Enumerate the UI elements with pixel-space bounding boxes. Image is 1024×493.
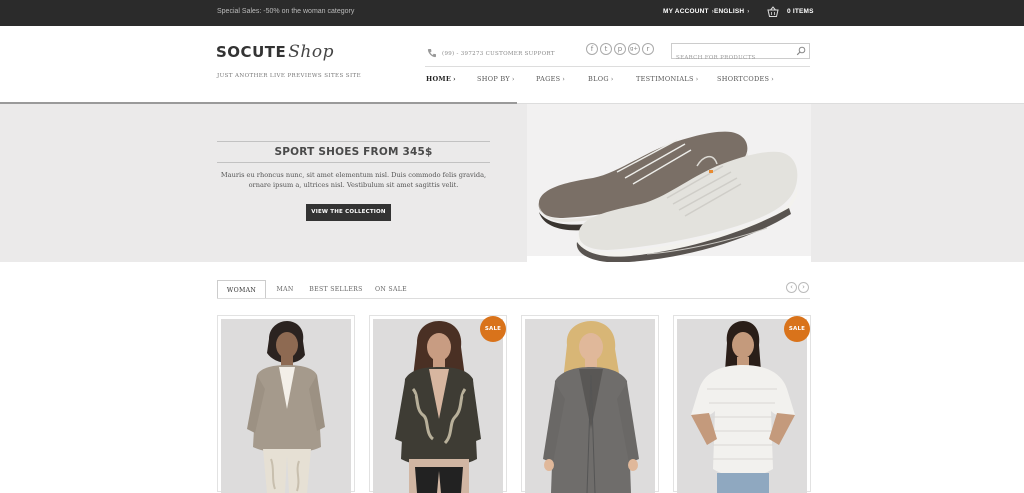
product-card[interactable]	[521, 315, 659, 493]
facebook-icon[interactable]: f	[586, 43, 598, 55]
nav-label: HOME	[426, 75, 452, 83]
cart-count[interactable]: 0 ITEMS	[787, 8, 814, 15]
product-card[interactable]: SALE	[369, 315, 507, 493]
product-image	[525, 319, 655, 493]
tab-on-sale[interactable]: ON SALE	[370, 280, 412, 299]
twitter-icon[interactable]: t	[600, 43, 612, 55]
nav-item-pages[interactable]: PAGES ›	[536, 75, 565, 83]
site-tagline: JUST ANOTHER LIVE PREVIEWS SITES SITE	[217, 73, 361, 79]
chevron-right-icon: ›	[511, 76, 515, 83]
logo-script-text: Shop	[288, 42, 334, 62]
nav-divider	[425, 66, 810, 67]
my-account-label: MY ACCOUNT	[663, 8, 709, 15]
site-header: SOCUTE Shop JUST ANOTHER LIVE PREVIEWS SI…	[0, 26, 1024, 104]
product-card[interactable]	[217, 315, 355, 493]
google-plus-icon[interactable]: g+	[628, 43, 640, 55]
chevron-right-icon: ›	[695, 76, 699, 83]
nav-item-blog[interactable]: BLOG ›	[588, 75, 614, 83]
nav-item-shortcodes[interactable]: SHORTCODES ›	[717, 75, 774, 83]
sale-badge: SALE	[480, 316, 506, 342]
hero-description: Mauris eu rhoncus nunc, sit amet element…	[220, 171, 487, 189]
language-label: ENGLISH	[714, 8, 745, 15]
hero-title: SPORT SHOES FROM 345$	[274, 146, 433, 158]
chevron-right-icon: ›	[747, 9, 750, 15]
tabs-divider	[217, 298, 810, 299]
tab-man[interactable]: MAN	[270, 280, 300, 299]
product-image	[221, 319, 351, 493]
nav-item-testimonials[interactable]: TESTIMONIALS ›	[636, 75, 698, 83]
logo-main-text: SOCUTE	[216, 43, 287, 61]
phone-icon	[427, 49, 436, 58]
nav-label: BLOG	[588, 75, 609, 83]
carousel-next-button[interactable]: ›	[798, 282, 809, 293]
hero-rule-top	[217, 141, 490, 142]
sneakers-image	[527, 104, 811, 262]
hero-rule-bottom	[217, 162, 490, 163]
nav-label: TESTIMONIALS	[636, 75, 694, 83]
carousel-prev-button[interactable]: ‹	[786, 282, 797, 293]
nav-label: PAGES	[536, 75, 561, 83]
search-input[interactable]	[672, 51, 792, 65]
search-icon[interactable]	[796, 46, 806, 56]
pinterest-icon[interactable]: p	[614, 43, 626, 55]
nav-item-shop-by[interactable]: SHOP BY ›	[477, 75, 515, 83]
site-logo[interactable]: SOCUTE Shop	[216, 42, 334, 62]
nav-label: SHOP BY	[477, 75, 510, 83]
tab-best-sellers[interactable]: BEST SELLERS	[307, 280, 365, 299]
product-image	[677, 319, 807, 493]
sale-badge: SALE	[784, 316, 810, 342]
rss-icon[interactable]: r	[642, 43, 654, 55]
my-account-link[interactable]: MY ACCOUNT ›	[663, 8, 714, 15]
shopping-basket-icon[interactable]	[767, 6, 779, 18]
language-selector[interactable]: ENGLISH ›	[714, 8, 750, 15]
support-phone: (99) - 397273 CUSTOMER SUPPORT	[442, 51, 555, 57]
product-image	[373, 319, 503, 493]
nav-label: SHORTCODES	[717, 75, 770, 83]
product-card[interactable]: SALE	[673, 315, 811, 493]
tab-woman[interactable]: WOMAN	[217, 280, 266, 299]
view-collection-button[interactable]: VIEW THE COLLECTION	[306, 204, 391, 221]
chevron-right-icon: ›	[610, 76, 614, 83]
chevron-right-icon: ›	[453, 76, 456, 83]
promo-text: Special Sales: -50% on the woman categor…	[217, 8, 355, 15]
hero-banner: SPORT SHOES FROM 345$ Mauris eu rhoncus …	[0, 104, 1024, 262]
search-box	[671, 43, 810, 65]
chevron-right-icon: ›	[562, 76, 566, 83]
nav-item-home[interactable]: HOME ›	[426, 75, 456, 83]
chevron-right-icon: ›	[771, 76, 774, 83]
top-bar: Special Sales: -50% on the woman categor…	[0, 0, 1024, 26]
